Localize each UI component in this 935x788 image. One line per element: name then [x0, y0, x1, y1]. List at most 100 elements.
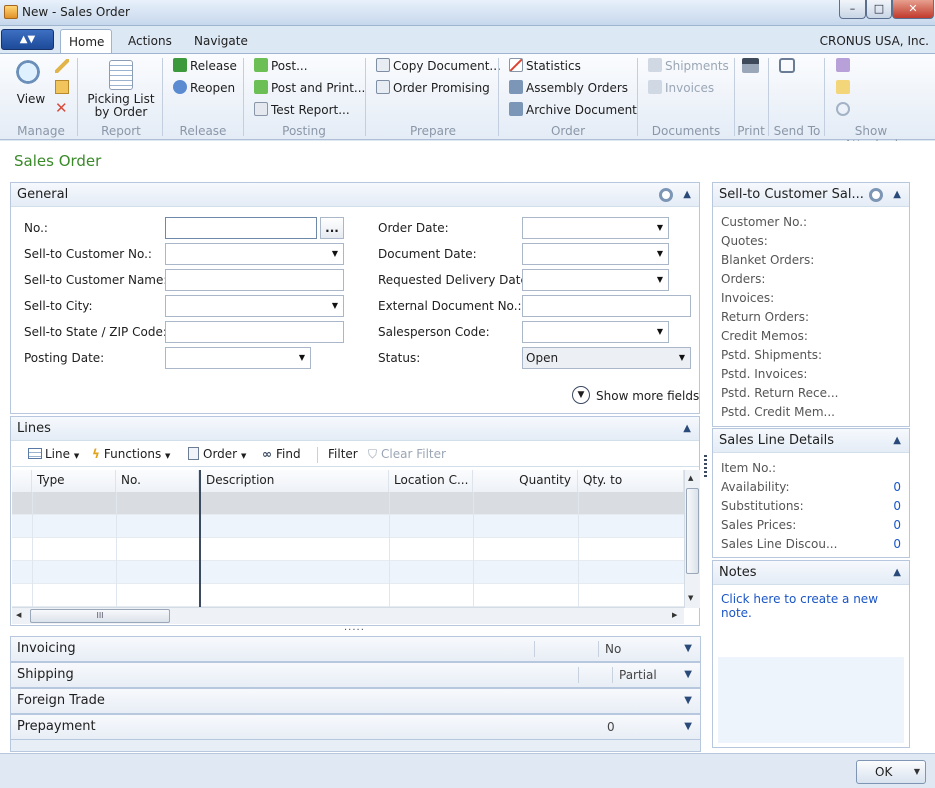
- picking-list-button[interactable]: Picking List by Order: [86, 60, 156, 119]
- post-button[interactable]: Post...: [254, 57, 308, 75]
- column-header-quantity[interactable]: Quantity: [473, 470, 578, 492]
- requested-delivery-date-dropdown[interactable]: [522, 269, 669, 291]
- maximize-button[interactable]: □: [866, 0, 892, 19]
- sell-to-city-dropdown[interactable]: [165, 295, 344, 317]
- fasttab-prepayment[interactable]: Prepayment 0 ▼: [10, 714, 701, 740]
- table-row[interactable]: [12, 538, 684, 561]
- close-button[interactable]: ✕: [892, 0, 934, 19]
- show-more-fields-link[interactable]: Show more fields: [596, 389, 699, 403]
- fasttab-invoicing[interactable]: Invoicing No ▼: [10, 636, 701, 662]
- gear-icon[interactable]: [659, 188, 673, 202]
- order-promising-button[interactable]: Order Promising: [376, 79, 490, 97]
- factbox-notes-header[interactable]: Notes ▲: [713, 561, 909, 585]
- note-icon[interactable]: [836, 80, 850, 94]
- find-button[interactable]: ∞ Find: [262, 443, 301, 465]
- chevron-up-icon[interactable]: ▲: [893, 183, 901, 207]
- factbox-customer-header[interactable]: Sell-to Customer Sal... ▲: [713, 183, 909, 207]
- minimize-button[interactable]: –: [839, 0, 866, 19]
- gear-icon[interactable]: [869, 188, 883, 202]
- table-row[interactable]: [12, 584, 684, 607]
- shipments-button[interactable]: Shipments: [648, 57, 729, 75]
- chevron-up-icon[interactable]: ▲: [893, 429, 901, 453]
- line-menu-button[interactable]: Line ▼: [28, 443, 79, 467]
- fact-sales-line-discounts-value[interactable]: 0: [893, 535, 901, 554]
- fact-sales-prices-value[interactable]: 0: [893, 516, 901, 535]
- reopen-button[interactable]: Reopen: [173, 79, 235, 97]
- fact-availability-value[interactable]: 0: [893, 478, 901, 497]
- group-label-posting: Posting: [282, 124, 326, 138]
- column-header-location-code[interactable]: Location C...: [389, 470, 473, 492]
- posting-date-dropdown[interactable]: [165, 347, 311, 369]
- chevron-up-icon[interactable]: ▲: [683, 183, 691, 207]
- edit-icon[interactable]: [55, 59, 69, 73]
- vertical-scrollbar[interactable]: ▲ ▼: [684, 470, 700, 608]
- sell-to-customer-no-dropdown[interactable]: [165, 243, 344, 265]
- statistics-button[interactable]: Statistics: [509, 57, 581, 75]
- salesperson-code-dropdown[interactable]: [522, 321, 669, 343]
- scroll-thumb[interactable]: [686, 488, 699, 574]
- order-menu-button[interactable]: Order ▼: [188, 443, 246, 467]
- post-and-print-button[interactable]: Post and Print...: [254, 79, 365, 97]
- create-note-link[interactable]: Click here to create a new note.: [713, 585, 909, 620]
- fact-substitutions-value[interactable]: 0: [893, 497, 901, 516]
- printer-icon[interactable]: [742, 58, 759, 73]
- status-dropdown[interactable]: Open: [522, 347, 691, 369]
- notes-area[interactable]: [718, 657, 904, 743]
- column-header-qty-to-assemble[interactable]: Qty. to Assemb...: [578, 470, 684, 507]
- release-button[interactable]: Release: [173, 57, 237, 75]
- fasttab-foreign-trade[interactable]: Foreign Trade ▼: [10, 688, 701, 714]
- scroll-up-icon[interactable]: ▲: [688, 474, 693, 482]
- functions-menu-button[interactable]: ϟ Functions ▼: [92, 443, 170, 467]
- table-row[interactable]: [12, 561, 684, 584]
- scroll-thumb-horizontal[interactable]: III: [30, 609, 170, 623]
- fasttab-separator: [598, 641, 599, 657]
- archive-document-button[interactable]: Archive Document: [509, 101, 637, 119]
- table-row[interactable]: [12, 515, 684, 538]
- view-button[interactable]: View: [12, 60, 50, 106]
- column-header-type[interactable]: Type: [32, 470, 116, 492]
- chevron-up-icon[interactable]: ▲: [893, 561, 901, 585]
- splitter-handle[interactable]: .....: [344, 622, 365, 633]
- delete-icon[interactable]: ✕: [55, 101, 68, 116]
- assembly-orders-button[interactable]: Assembly Orders: [509, 79, 628, 97]
- clear-filter-button[interactable]: ⛉ Clear Filter: [368, 443, 446, 465]
- chevron-down-icon[interactable]: ▼: [684, 663, 692, 687]
- chevron-up-icon[interactable]: ▲: [683, 417, 691, 441]
- external-document-no-input[interactable]: [522, 295, 691, 317]
- send-to-icon[interactable]: [779, 58, 795, 73]
- column-header-description[interactable]: Description: [199, 470, 389, 492]
- test-report-button[interactable]: Test Report...: [254, 101, 350, 119]
- onenote-icon[interactable]: [836, 58, 850, 72]
- scroll-down-icon[interactable]: ▼: [688, 594, 693, 602]
- tab-actions[interactable]: Actions: [120, 29, 180, 53]
- fasttab-shipping[interactable]: Shipping Partial ▼: [10, 662, 701, 688]
- lines-header[interactable]: Lines ▲: [11, 417, 699, 441]
- table-row[interactable]: [12, 492, 684, 515]
- chevron-down-circle-icon[interactable]: ▼: [572, 386, 590, 404]
- sell-to-state-zip-input[interactable]: [165, 321, 344, 343]
- chevron-down-icon[interactable]: ▼: [684, 715, 692, 739]
- column-header-no[interactable]: No.: [116, 470, 199, 492]
- vertical-splitter-handle[interactable]: [704, 455, 707, 477]
- factbox-line-details-header[interactable]: Sales Line Details ▲: [713, 429, 909, 453]
- general-header[interactable]: General ▲: [11, 183, 699, 207]
- ok-button[interactable]: OK: [856, 760, 926, 784]
- invoices-button[interactable]: Invoices: [648, 79, 714, 97]
- tab-home[interactable]: Home: [60, 29, 112, 53]
- scroll-left-icon[interactable]: ◀: [16, 611, 21, 619]
- sell-to-customer-name-input[interactable]: [165, 269, 344, 291]
- tab-navigate[interactable]: Navigate: [186, 29, 256, 53]
- app-menu-button[interactable]: ▲▼: [1, 29, 54, 50]
- link-icon[interactable]: [836, 102, 850, 116]
- no-input[interactable]: [165, 217, 317, 239]
- document-date-dropdown[interactable]: [522, 243, 669, 265]
- copy-document-button[interactable]: Copy Document...: [376, 57, 501, 75]
- chevron-down-icon[interactable]: ▼: [684, 637, 692, 661]
- new-icon[interactable]: [55, 80, 69, 94]
- chevron-down-icon[interactable]: ▼: [684, 689, 692, 713]
- filter-button[interactable]: Filter: [328, 443, 358, 465]
- no-lookup-button[interactable]: ...: [320, 217, 344, 239]
- scroll-right-icon[interactable]: ▶: [672, 611, 677, 619]
- post-icon: [254, 58, 268, 72]
- order-date-dropdown[interactable]: [522, 217, 669, 239]
